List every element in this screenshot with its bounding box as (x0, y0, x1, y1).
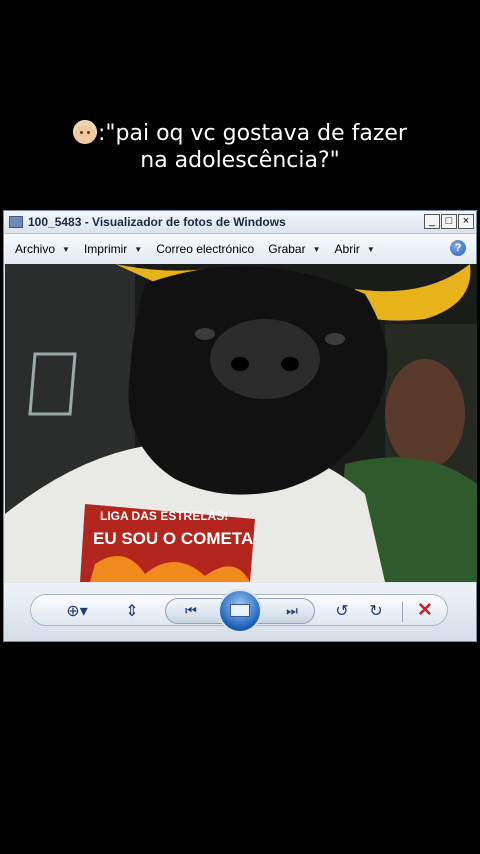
shirt-text-2: EU SOU O COMETA (93, 529, 253, 548)
photo-viewer-window: 100_5483 - Visualizador de fotos de Wind… (3, 210, 477, 642)
maximize-button[interactable]: □ (441, 214, 457, 229)
photo-display: LIGA DAS ESTRELAS! EU SOU O COMETA (5, 264, 477, 582)
menu-label: Archivo (15, 242, 56, 256)
previous-icon[interactable]: ⏮ (179, 601, 203, 621)
minimize-button[interactable]: _ (424, 214, 440, 229)
rotate-counterclockwise-icon[interactable]: ↺ (332, 602, 352, 622)
menu-label: Grabar (268, 242, 306, 256)
caption-line-1: :"pai oq vc gostava de fazer (98, 121, 407, 146)
older-person-emoji-icon (73, 120, 98, 144)
title-bar[interactable]: 100_5483 - Visualizador de fotos de Wind… (4, 211, 476, 234)
app-icon (9, 216, 23, 228)
chevron-down-icon: ▼ (366, 244, 375, 254)
next-icon[interactable]: ⏭ (280, 601, 304, 621)
slideshow-button[interactable] (218, 589, 262, 633)
menu-label: Imprimir (83, 242, 128, 256)
toolbar-divider (402, 602, 403, 622)
chevron-down-icon: ▼ (134, 244, 143, 254)
rotate-clockwise-icon[interactable]: ↻ (366, 602, 386, 622)
delete-icon[interactable]: ✕ (417, 600, 433, 622)
shirt-text-1: LIGA DAS ESTRELAS! (100, 509, 228, 523)
help-icon[interactable]: ? (450, 240, 466, 256)
chevron-down-icon: ▼ (312, 244, 321, 254)
menu-archivo[interactable]: Archivo ▼ (15, 242, 70, 256)
menu-abrir[interactable]: Abrir ▼ (335, 242, 375, 256)
slideshow-icon (230, 604, 250, 617)
menu-bar: Archivo ▼ Imprimir ▼ Correo electrónico Gr… (4, 234, 476, 265)
menu-label: Correo electrónico (156, 242, 255, 256)
viewer-toolbar: ⊕▾ ⇕ ⏮ ⏭ ↺ ↻ ✕ (4, 583, 476, 641)
bull-mascot-photo: LIGA DAS ESTRELAS! EU SOU O COMETA (5, 264, 477, 582)
window-title: 100_5483 - Visualizador de fotos de Wind… (28, 215, 286, 229)
menu-imprimir[interactable]: Imprimir ▼ (84, 242, 142, 256)
close-button[interactable]: × (458, 214, 474, 229)
actual-size-icon[interactable]: ⇕ (120, 602, 144, 622)
menu-grabar[interactable]: Grabar ▼ (268, 242, 320, 256)
chevron-down-icon: ▼ (62, 244, 70, 254)
menu-correo[interactable]: Correo electrónico (156, 242, 254, 256)
zoom-icon[interactable]: ⊕▾ (60, 602, 94, 622)
video-caption: :"pai oq vc gostava de fazer na adolescê… (0, 120, 480, 174)
caption-line-2: na adolescência?" (140, 148, 340, 173)
menu-label: Abrir (334, 242, 360, 256)
window-controls: _ □ × (424, 214, 474, 229)
